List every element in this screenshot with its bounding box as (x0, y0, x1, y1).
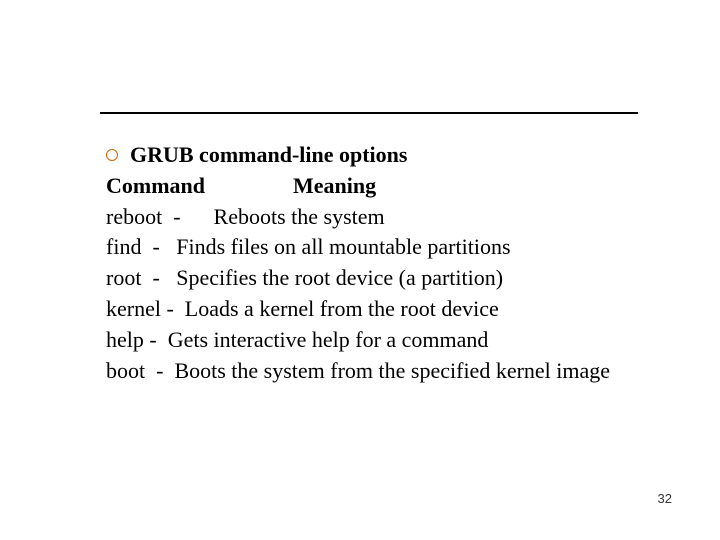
command-row: root - Specifies the root device (a part… (106, 263, 660, 294)
command-row: reboot - Reboots the system (106, 202, 660, 233)
command-row: kernel - Loads a kernel from the root de… (106, 294, 660, 325)
title-line: GRUB command-line options (106, 140, 660, 171)
command-row: help - Gets interactive help for a comma… (106, 325, 660, 356)
header-meaning: Meaning (293, 173, 376, 198)
command-row: boot - Boots the system from the specifi… (106, 356, 660, 387)
slide-title: GRUB command-line options (130, 142, 407, 167)
horizontal-rule (100, 112, 638, 114)
bullet-icon (106, 149, 118, 161)
slide-body: GRUB command-line options Command Meanin… (106, 140, 660, 386)
header-line: Command Meaning (106, 171, 660, 202)
page-number: 32 (658, 491, 672, 506)
header-command: Command (106, 173, 205, 198)
command-row: find - Finds files on all mountable part… (106, 232, 660, 263)
